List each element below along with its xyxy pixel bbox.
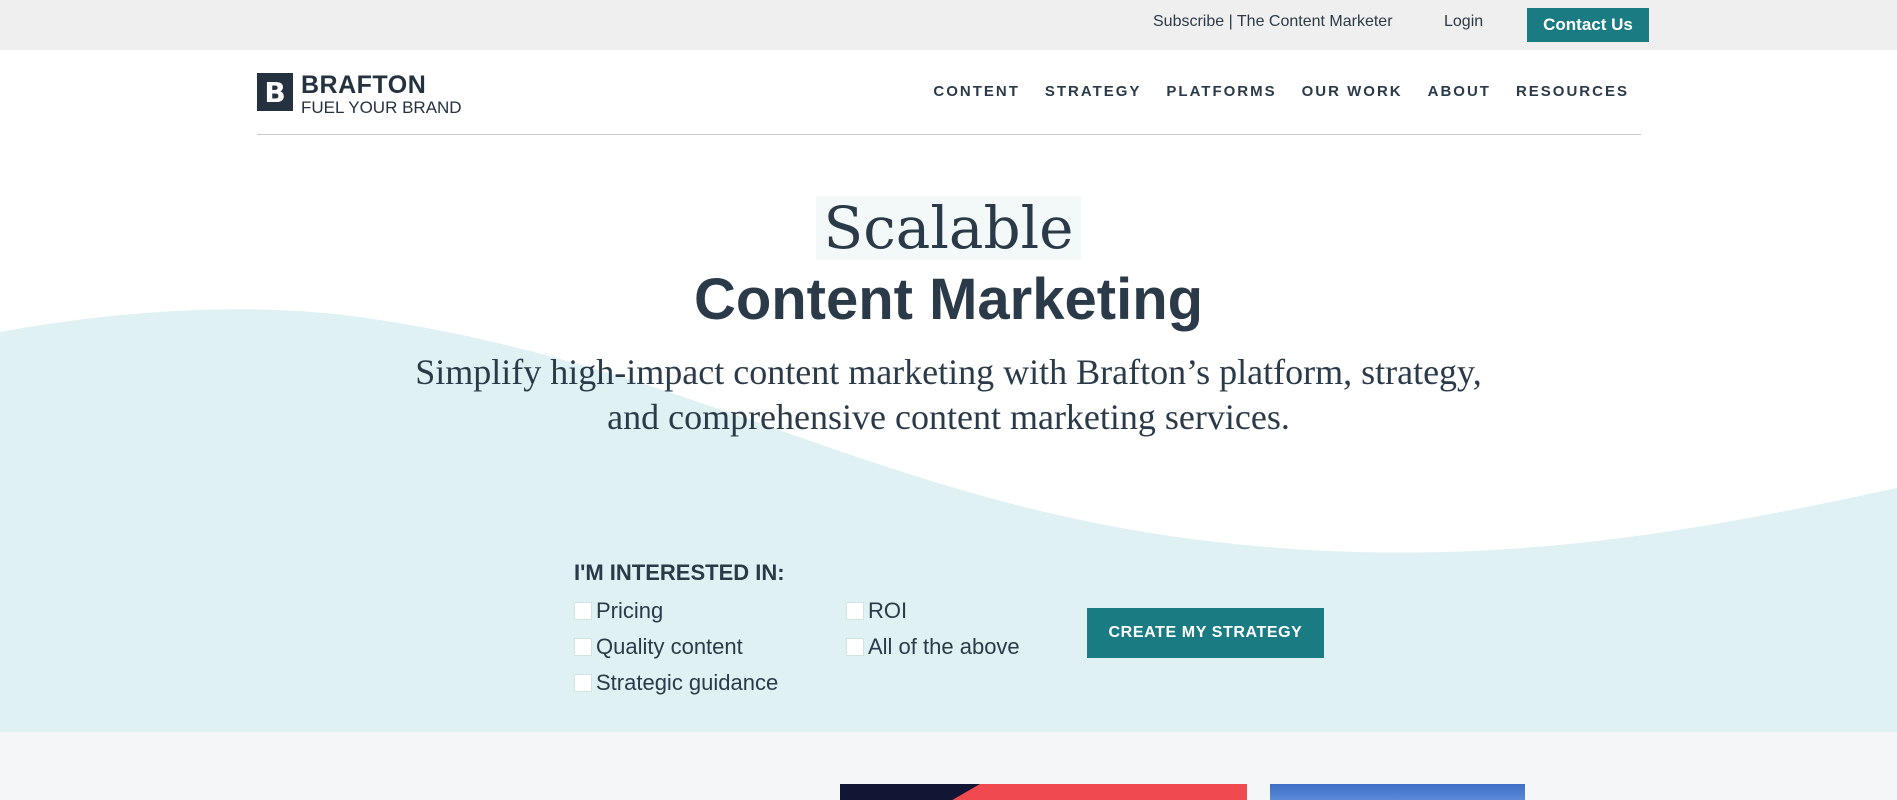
nav-item-our-work[interactable]: OUR WORK	[1302, 83, 1403, 100]
nav-item-platforms[interactable]: PLATFORMS	[1166, 83, 1276, 100]
checkbox-label: Quality content	[596, 634, 743, 659]
checkbox-label: All of the above	[868, 634, 1020, 659]
hero-title-highlight: Scalable	[0, 196, 1897, 260]
card-graphic	[952, 784, 1247, 800]
checkbox-quality-content[interactable]: Quality content	[574, 634, 743, 660]
login-link[interactable]: Login	[1444, 13, 1483, 31]
contact-us-button[interactable]: Contact Us	[1527, 8, 1649, 42]
checkbox-box[interactable]	[574, 674, 592, 692]
site-header: B BRAFTON FUEL YOUR BRAND CONTENT STRATE…	[257, 50, 1641, 135]
checkbox-box[interactable]	[846, 638, 864, 656]
checkbox-all-of-the-above[interactable]: All of the above	[846, 634, 1020, 660]
checkbox-pricing[interactable]: Pricing	[574, 598, 663, 624]
checkbox-box[interactable]	[846, 602, 864, 620]
checkbox-label: ROI	[868, 598, 908, 623]
create-strategy-button[interactable]: CREATE MY STRATEGY	[1087, 608, 1324, 658]
subscribe-link[interactable]: Subscribe | The Content Marketer	[1153, 13, 1393, 31]
hero-subtitle-line2: and comprehensive content marketing serv…	[607, 397, 1290, 437]
hero-title-line1: Scalable	[815, 196, 1082, 260]
hero-subtitle-line1: Simplify high-impact content marketing w…	[415, 352, 1482, 392]
hero-subtitle: Simplify high-impact content marketing w…	[360, 350, 1537, 440]
logo-text: BRAFTON FUEL YOUR BRAND	[301, 71, 462, 117]
feature-card-image[interactable]	[1270, 784, 1525, 800]
utility-bar: Subscribe | The Content Marketer Login C…	[0, 0, 1897, 50]
hero-title-line2: Content Marketing	[693, 267, 1204, 332]
interest-label: I'M INTERESTED IN:	[574, 560, 785, 585]
nav-item-content[interactable]: CONTENT	[933, 83, 1020, 100]
nav-item-strategy[interactable]: STRATEGY	[1045, 83, 1142, 100]
checkbox-box[interactable]	[574, 638, 592, 656]
checkbox-label: Pricing	[596, 598, 664, 623]
checkbox-box[interactable]	[574, 602, 592, 620]
brand-logo[interactable]: B BRAFTON FUEL YOUR BRAND	[257, 73, 462, 116]
logo-name: BRAFTON	[301, 71, 427, 99]
checkbox-roi[interactable]: ROI	[846, 598, 907, 624]
checkbox-strategic-guidance[interactable]: Strategic guidance	[574, 670, 778, 696]
feature-card-image[interactable]	[840, 784, 1247, 800]
logo-mark-icon: B	[257, 73, 293, 111]
logo-tagline: FUEL YOUR BRAND	[301, 98, 462, 117]
nav-item-resources[interactable]: RESOURCES	[1516, 83, 1629, 100]
nav-item-about[interactable]: ABOUT	[1428, 83, 1491, 100]
checkbox-label: Strategic guidance	[596, 670, 779, 695]
main-nav: CONTENT STRATEGY PLATFORMS OUR WORK ABOU…	[933, 83, 1629, 100]
